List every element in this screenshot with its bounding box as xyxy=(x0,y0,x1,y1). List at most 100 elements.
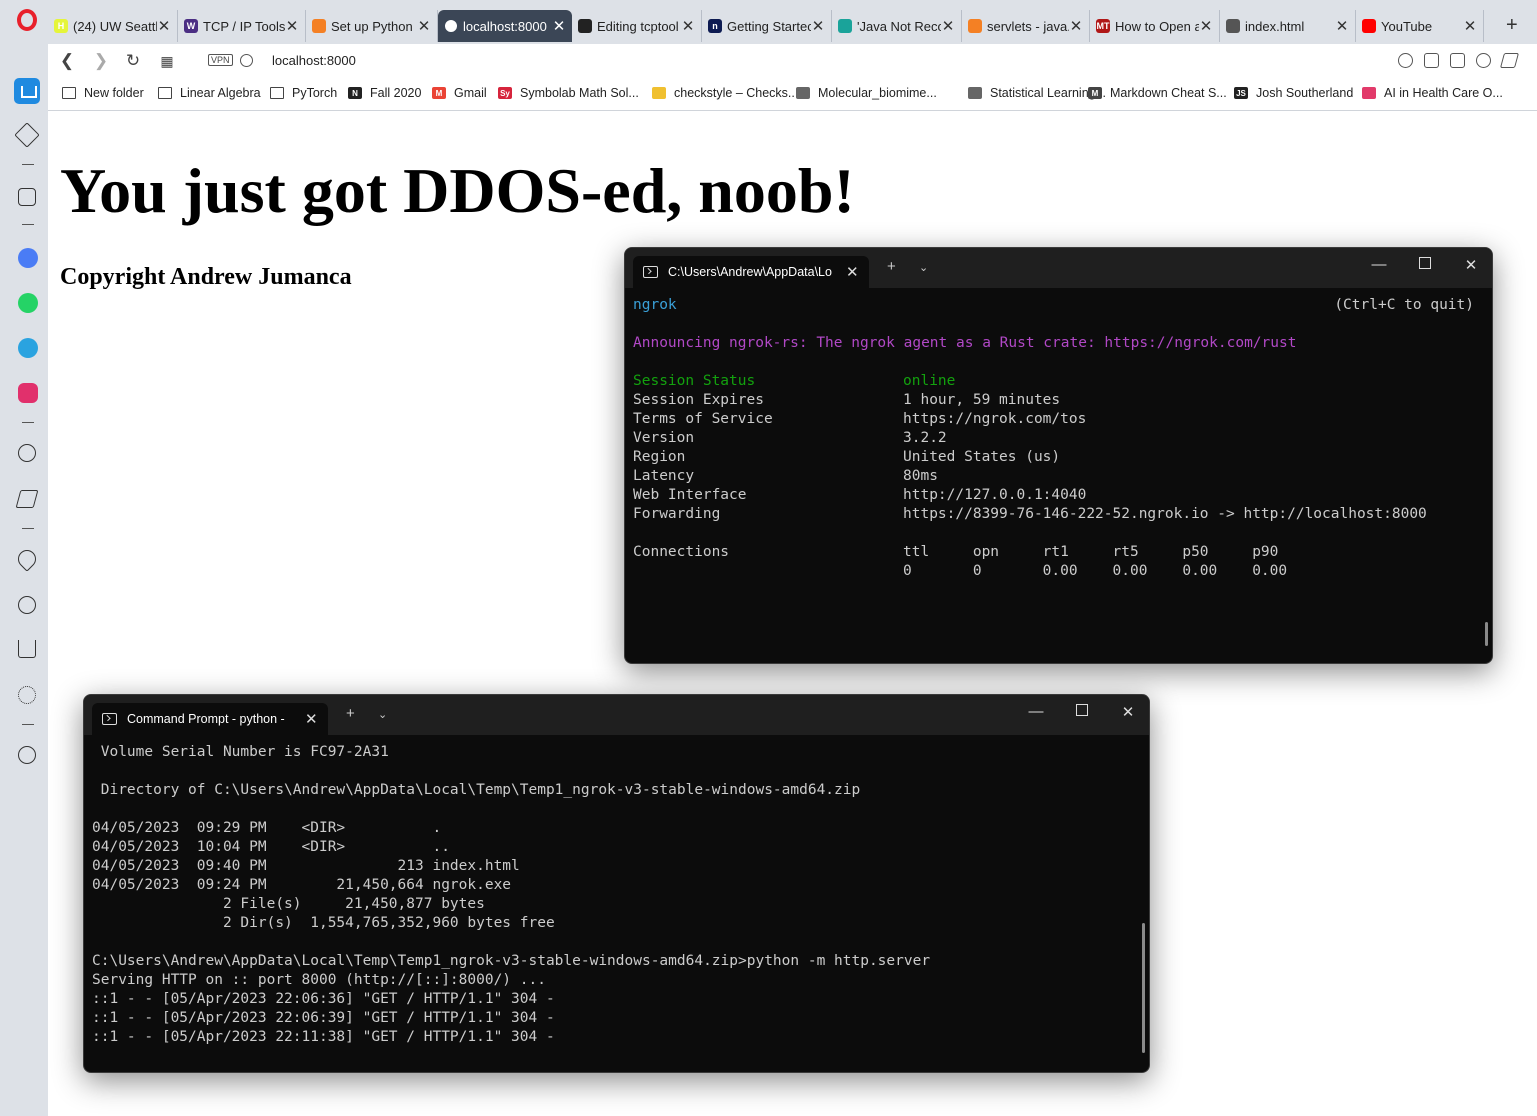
whatsapp-icon[interactable] xyxy=(18,293,38,313)
player-icon[interactable] xyxy=(18,444,36,462)
close-tab-icon[interactable]: ✕ xyxy=(1069,17,1083,35)
terminal-key: Announcing ngrok-rs: The ngrok agent as … xyxy=(633,335,1297,351)
close-tab-icon[interactable]: ✕ xyxy=(681,17,695,35)
browser-tab[interactable]: n Getting Startec ✕ xyxy=(702,10,832,42)
browser-tab[interactable]: Editing tcptool ✕ xyxy=(572,10,702,42)
bookmark-item[interactable]: M Gmail xyxy=(432,86,487,100)
browser-tab[interactable]: Set up Python ✕ xyxy=(306,10,438,42)
bookmark-label: Gmail xyxy=(454,86,487,100)
minimize-button[interactable]: — xyxy=(1369,256,1389,273)
bookmark-item[interactable]: N Fall 2020 xyxy=(348,86,421,100)
close-tab-icon[interactable]: ✕ xyxy=(417,17,431,35)
bookmark-item[interactable]: AI in Health Care O... xyxy=(1362,86,1503,100)
bookmark-label: checkstyle – Checks... xyxy=(674,86,799,100)
terminal-value: http://127.0.0.1:4040 xyxy=(903,487,1087,503)
terminal-scrollbar[interactable] xyxy=(1142,923,1145,1053)
bookmark-favicon-icon: M xyxy=(1088,87,1102,99)
bookmark-folder[interactable]: New folder xyxy=(62,86,144,100)
cmd-terminal-window[interactable]: Command Prompt - python - ✕ + ⌄ — ✕ Volu… xyxy=(83,694,1150,1073)
close-window-button[interactable]: ✕ xyxy=(1461,256,1481,274)
telegram-icon[interactable] xyxy=(18,338,38,358)
bookmark-folder[interactable]: PyTorch xyxy=(270,86,337,100)
browser-tab[interactable]: 'Java Not Reco ✕ xyxy=(832,10,962,42)
browser-tab[interactable]: MT How to Open a ✕ xyxy=(1090,10,1220,42)
close-tab-icon[interactable]: ✕ xyxy=(157,17,171,35)
instagram-icon[interactable] xyxy=(18,383,38,403)
close-circle-icon[interactable] xyxy=(1476,53,1491,68)
close-tab-icon[interactable]: ✕ xyxy=(552,17,566,35)
terminal-key: Connections xyxy=(633,544,730,560)
tab-grid-icon[interactable]: ▦ xyxy=(156,50,178,72)
opera-logo-icon[interactable] xyxy=(17,9,37,31)
close-tab-icon[interactable]: ✕ xyxy=(846,263,859,281)
star-icon[interactable] xyxy=(14,122,40,148)
back-button[interactable]: ❮ xyxy=(56,50,78,72)
terminal-tab[interactable]: C:\Users\Andrew\AppData\Lo ✕ xyxy=(633,256,869,288)
forward-button[interactable]: ❯ xyxy=(90,50,112,72)
camera-icon[interactable] xyxy=(1450,53,1465,68)
search-icon[interactable] xyxy=(1398,53,1413,68)
close-tab-icon[interactable]: ✕ xyxy=(1463,17,1477,35)
new-terminal-tab-button[interactable]: + xyxy=(346,705,355,722)
url-field[interactable]: localhost:8000 xyxy=(272,53,356,68)
bookmark-folder[interactable]: Linear Algebra xyxy=(158,86,261,100)
browser-tab[interactable]: index.html ✕ xyxy=(1220,10,1356,42)
lightbulb-icon[interactable] xyxy=(18,746,36,764)
terminal-title-bar[interactable]: C:\Users\Andrew\AppData\Lo ✕ + ⌄ — ✕ xyxy=(625,248,1492,288)
messenger-icon[interactable] xyxy=(18,248,38,268)
bookmark-item[interactable]: M Markdown Cheat S... xyxy=(1088,86,1227,100)
bookmark-item[interactable]: JS Josh Southerland xyxy=(1234,86,1353,100)
browser-tab[interactable]: YouTube ✕ xyxy=(1356,10,1484,42)
new-terminal-tab-button[interactable]: + xyxy=(887,258,896,275)
close-tab-icon[interactable]: ✕ xyxy=(305,710,318,728)
send-icon[interactable] xyxy=(15,490,39,508)
gear-icon[interactable] xyxy=(18,686,36,704)
bookmark-item[interactable]: Statistical Learning... xyxy=(968,86,1106,100)
home-icon[interactable] xyxy=(14,78,40,104)
close-tab-icon[interactable]: ✕ xyxy=(1199,17,1213,35)
chevron-down-icon[interactable]: ⌄ xyxy=(378,708,387,721)
chevron-down-icon[interactable]: ⌄ xyxy=(919,261,928,274)
close-tab-icon[interactable]: ✕ xyxy=(811,17,825,35)
bookmark-favicon-icon: M xyxy=(432,87,446,99)
bookmark-item[interactable]: Molecular_biomime... xyxy=(796,86,937,100)
bookmark-favicon-icon: N xyxy=(348,87,362,99)
maximize-button[interactable] xyxy=(1072,703,1092,720)
terminal-tab[interactable]: Command Prompt - python - ✕ xyxy=(92,703,328,735)
shopping-bag-icon[interactable] xyxy=(18,188,36,206)
terminal-title-bar[interactable]: Command Prompt - python - ✕ + ⌄ — ✕ xyxy=(84,695,1149,735)
ngrok-terminal-window[interactable]: C:\Users\Andrew\AppData\Lo ✕ + ⌄ — ✕ ngr… xyxy=(624,247,1493,664)
bookmark-item[interactable]: checkstyle – Checks... xyxy=(652,86,798,100)
terminal-line: ngrok (Ctrl+C to quit) xyxy=(633,296,1482,315)
bookmark-item[interactable]: Sy Symbolab Math Sol... xyxy=(498,86,639,100)
close-window-button[interactable]: ✕ xyxy=(1118,703,1138,721)
edit-icon[interactable] xyxy=(1424,53,1439,68)
minimize-button[interactable]: — xyxy=(1026,703,1046,720)
address-bar: ❮ ❯ ↻ ▦ VPN localhost:8000 xyxy=(48,44,1537,78)
history-icon[interactable] xyxy=(18,596,36,614)
close-tab-icon[interactable]: ✕ xyxy=(941,17,955,35)
ngrok-terminal-output[interactable]: ngrok (Ctrl+C to quit) Announcing ngrok-rs… xyxy=(633,296,1482,663)
maximize-button[interactable] xyxy=(1415,256,1435,273)
download-icon[interactable] xyxy=(18,640,36,658)
browser-tab[interactable]: H (24) UW Seattl ✕ xyxy=(48,10,178,42)
terminal-key: Latency xyxy=(633,468,695,484)
browser-tab[interactable]: localhost:8000 ✕ xyxy=(438,10,572,42)
favicon-icon xyxy=(968,19,982,33)
close-tab-icon[interactable]: ✕ xyxy=(1335,17,1349,35)
heart-icon[interactable] xyxy=(14,546,40,572)
terminal-key: Session Status xyxy=(633,373,756,389)
favicon-icon xyxy=(1226,19,1240,33)
cmd-terminal-output[interactable]: Volume Serial Number is FC97-2A31 Direct… xyxy=(92,743,1139,1072)
reload-button[interactable]: ↻ xyxy=(122,50,144,72)
send-icon[interactable] xyxy=(1499,53,1520,68)
terminal-key: Version xyxy=(633,430,695,446)
close-tab-icon[interactable]: ✕ xyxy=(285,17,299,35)
vpn-badge[interactable]: VPN xyxy=(208,54,233,66)
browser-tab[interactable]: servlets - java. ✕ xyxy=(962,10,1090,42)
new-tab-button[interactable]: + xyxy=(1506,14,1518,37)
terminal-scrollbar[interactable] xyxy=(1485,622,1488,646)
browser-tab[interactable]: W TCP / IP Tools ✕ xyxy=(178,10,306,42)
